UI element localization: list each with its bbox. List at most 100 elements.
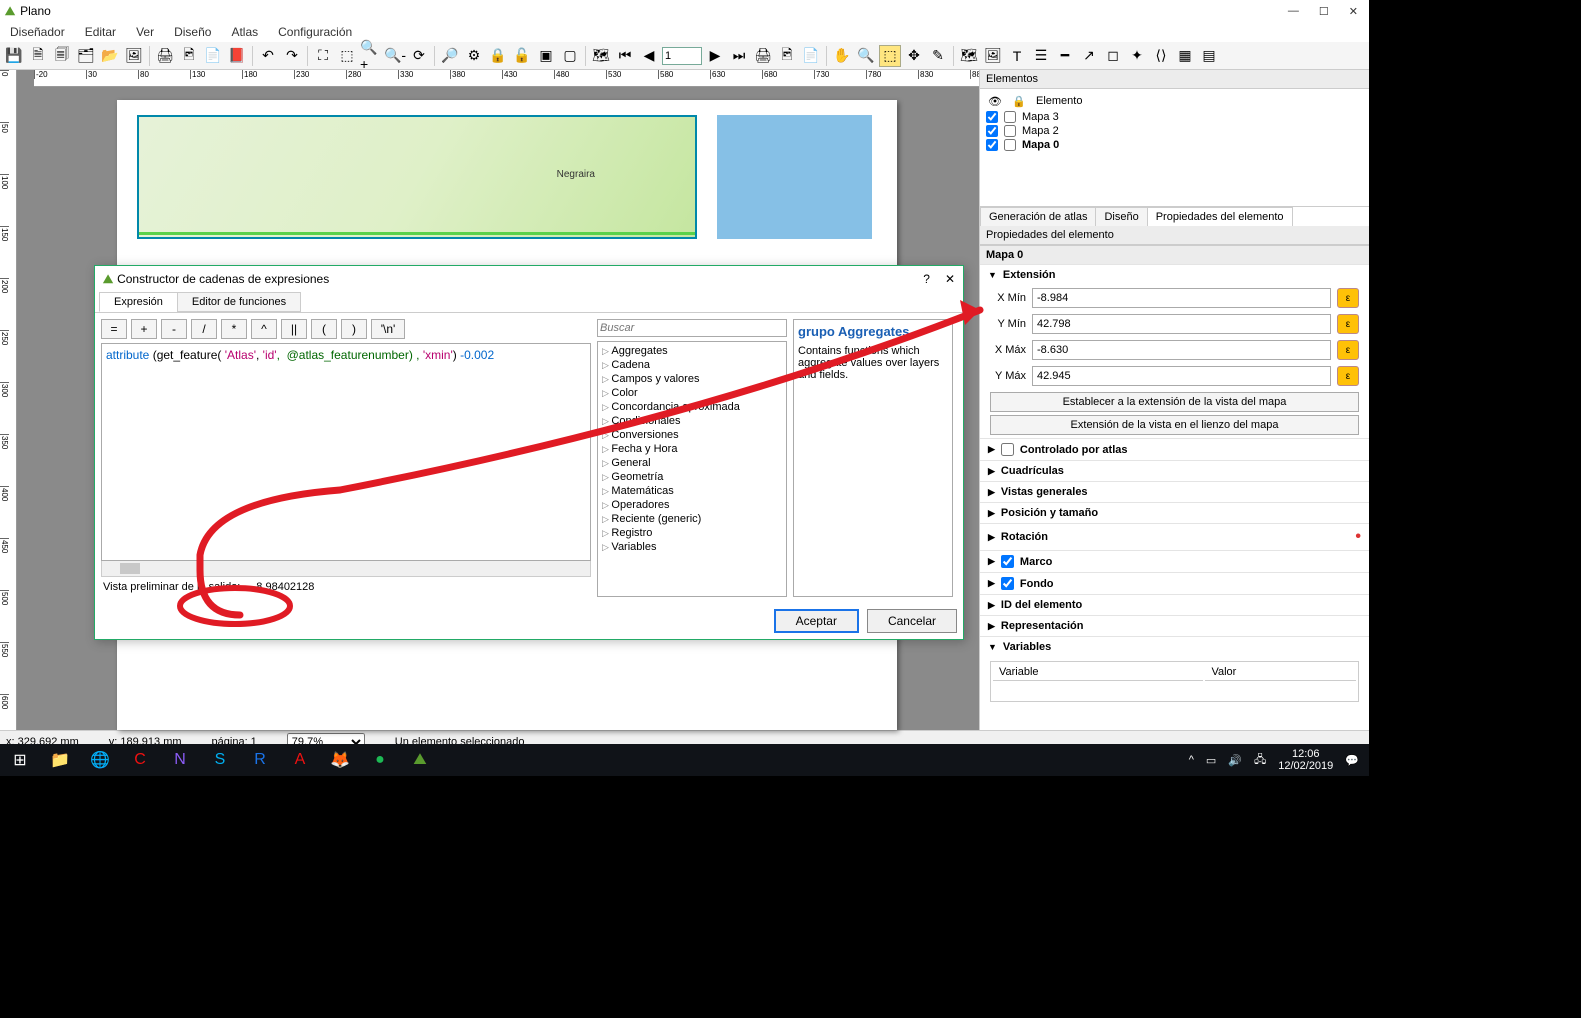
- element-row-mapa3[interactable]: Mapa 3: [986, 110, 1363, 124]
- menu-diseno[interactable]: Diseño: [164, 25, 221, 39]
- op-minus[interactable]: -: [161, 319, 187, 339]
- close-button[interactable]: ✕: [1349, 5, 1358, 18]
- edit-nodes-icon[interactable]: ✎: [927, 45, 949, 67]
- op-concat[interactable]: ||: [281, 319, 307, 339]
- tray-network-icon[interactable]: 🖧: [1254, 751, 1266, 770]
- op-pow[interactable]: ^: [251, 319, 277, 339]
- add-node-icon[interactable]: ✦: [1126, 45, 1148, 67]
- lock-checkbox[interactable]: [1004, 111, 1016, 123]
- duplicate-layout-icon[interactable]: 🗐: [51, 45, 73, 67]
- add-map-icon[interactable]: 🗺: [958, 45, 980, 67]
- xmax-input[interactable]: [1032, 340, 1331, 360]
- tab-function-editor[interactable]: Editor de funciones: [177, 292, 301, 312]
- cancel-button[interactable]: Cancelar: [867, 609, 957, 633]
- save-image-icon[interactable]: 🖼: [123, 45, 145, 67]
- select-icon[interactable]: ⬚: [879, 45, 901, 67]
- item-properties-panel[interactable]: Mapa 0 ▼Extensión X Mínε Y Mínε X Máxε Y…: [980, 245, 1369, 730]
- app-spotify[interactable]: ●: [360, 744, 400, 776]
- zoom-out-icon[interactable]: 🔍-: [384, 45, 406, 67]
- group-icon[interactable]: ▣: [535, 45, 557, 67]
- zoom-full-icon[interactable]: ⛶: [312, 45, 334, 67]
- atlas-export-image-icon[interactable]: 🖻: [776, 45, 798, 67]
- open-folder-icon[interactable]: 📂: [99, 45, 121, 67]
- save-icon[interactable]: 💾: [3, 45, 25, 67]
- tray-chevron-icon[interactable]: ^: [1189, 754, 1194, 766]
- add-legend-icon[interactable]: ☰: [1030, 45, 1052, 67]
- app-acrobat[interactable]: A: [280, 744, 320, 776]
- xmin-input[interactable]: [1032, 288, 1331, 308]
- add-arrow-icon[interactable]: ↗: [1078, 45, 1100, 67]
- lock-icon[interactable]: 🔒: [487, 45, 509, 67]
- visibility-checkbox[interactable]: [986, 125, 998, 137]
- zoom-100-icon[interactable]: ⬚: [336, 45, 358, 67]
- atlas-toggle-icon[interactable]: 🗺: [590, 45, 612, 67]
- new-layout-icon[interactable]: 🗎: [27, 45, 49, 67]
- last-page-icon[interactable]: ⏭: [728, 45, 750, 67]
- help-button[interactable]: ?: [923, 272, 930, 286]
- section-background[interactable]: ▶Fondo: [980, 573, 1369, 594]
- menu-ver[interactable]: Ver: [126, 25, 164, 39]
- refresh-icon[interactable]: ⟳: [408, 45, 430, 67]
- ungroup-icon[interactable]: ▢: [559, 45, 581, 67]
- section-frame[interactable]: ▶Marco: [980, 551, 1369, 572]
- menu-disenador[interactable]: Diseñador: [0, 25, 75, 39]
- tree-item[interactable]: Campos y valores: [600, 372, 784, 386]
- expression-hscroll[interactable]: [101, 561, 591, 577]
- visibility-checkbox[interactable]: [986, 111, 998, 123]
- op-lparen[interactable]: (: [311, 319, 337, 339]
- menu-editar[interactable]: Editar: [75, 25, 126, 39]
- search-input[interactable]: [597, 319, 787, 337]
- expression-textarea[interactable]: attribute (get_feature( 'Atlas', 'id', @…: [101, 343, 591, 561]
- app-firefox[interactable]: 🦊: [320, 744, 360, 776]
- add-table-icon[interactable]: ▦: [1174, 45, 1196, 67]
- section-grids[interactable]: ▶Cuadrículas: [980, 461, 1369, 481]
- tree-item[interactable]: Geometría: [600, 470, 784, 484]
- section-extension[interactable]: ▼Extensión: [980, 265, 1369, 285]
- app-edge[interactable]: 🌐: [80, 744, 120, 776]
- dialog-close-button[interactable]: ✕: [945, 272, 955, 286]
- section-element-id[interactable]: ▶ID del elemento: [980, 595, 1369, 615]
- variables-table[interactable]: VariableValor: [990, 661, 1359, 702]
- tree-item[interactable]: Operadores: [600, 498, 784, 512]
- tab-expression[interactable]: Expresión: [99, 292, 178, 312]
- tab-design[interactable]: Diseño: [1095, 207, 1147, 226]
- menubar[interactable]: Diseñador Editar Ver Diseño Atlas Config…: [0, 22, 1369, 42]
- app-onenote[interactable]: N: [160, 744, 200, 776]
- layout-manager-icon[interactable]: 🗂: [75, 45, 97, 67]
- element-row-mapa0[interactable]: Mapa 0: [986, 138, 1363, 152]
- tree-item[interactable]: Matemáticas: [600, 484, 784, 498]
- tree-item[interactable]: Reciente (generic): [600, 512, 784, 526]
- next-page-icon[interactable]: ▶: [704, 45, 726, 67]
- pan-icon[interactable]: ✋: [831, 45, 853, 67]
- app-revit[interactable]: R: [240, 744, 280, 776]
- tree-item[interactable]: Aggregates: [600, 344, 784, 358]
- op-mul[interactable]: *: [221, 319, 247, 339]
- tree-item[interactable]: Cadena: [600, 358, 784, 372]
- move-content-icon[interactable]: ✥: [903, 45, 925, 67]
- op-div[interactable]: /: [191, 319, 217, 339]
- visibility-checkbox[interactable]: [986, 139, 998, 151]
- print-icon[interactable]: 🖨: [154, 45, 176, 67]
- section-rotation[interactable]: ▶Rotación•: [980, 524, 1369, 550]
- add-attr-table-icon[interactable]: ▤: [1198, 45, 1220, 67]
- frame-checkbox[interactable]: [1001, 555, 1014, 568]
- atlas-export-pdf-icon[interactable]: 📄: [800, 45, 822, 67]
- op-newline[interactable]: '\n': [371, 319, 405, 339]
- page-number-input[interactable]: [662, 47, 702, 65]
- tree-item[interactable]: Condicionales: [600, 414, 784, 428]
- function-tree[interactable]: AggregatesCadenaCampos y valoresColor Con…: [597, 341, 787, 597]
- export-image-icon[interactable]: 🖻: [178, 45, 200, 67]
- tray-notifications-icon[interactable]: 💬: [1345, 754, 1359, 767]
- lock-checkbox[interactable]: [1004, 125, 1016, 137]
- export-pdf-icon[interactable]: 📕: [226, 45, 248, 67]
- zoom-in-icon[interactable]: 🔍+: [360, 45, 382, 67]
- tree-item[interactable]: Registro: [600, 526, 784, 540]
- unlock-icon[interactable]: 🔓: [511, 45, 533, 67]
- section-atlas-ctrl[interactable]: ▶Controlado por atlas: [980, 439, 1369, 460]
- first-page-icon[interactable]: ⏮: [614, 45, 636, 67]
- tree-item[interactable]: General: [600, 456, 784, 470]
- add-html-icon[interactable]: ⟨⟩: [1150, 45, 1172, 67]
- add-shape-icon[interactable]: ◻: [1102, 45, 1124, 67]
- element-row-mapa2[interactable]: Mapa 2: [986, 124, 1363, 138]
- tree-item[interactable]: Color: [600, 386, 784, 400]
